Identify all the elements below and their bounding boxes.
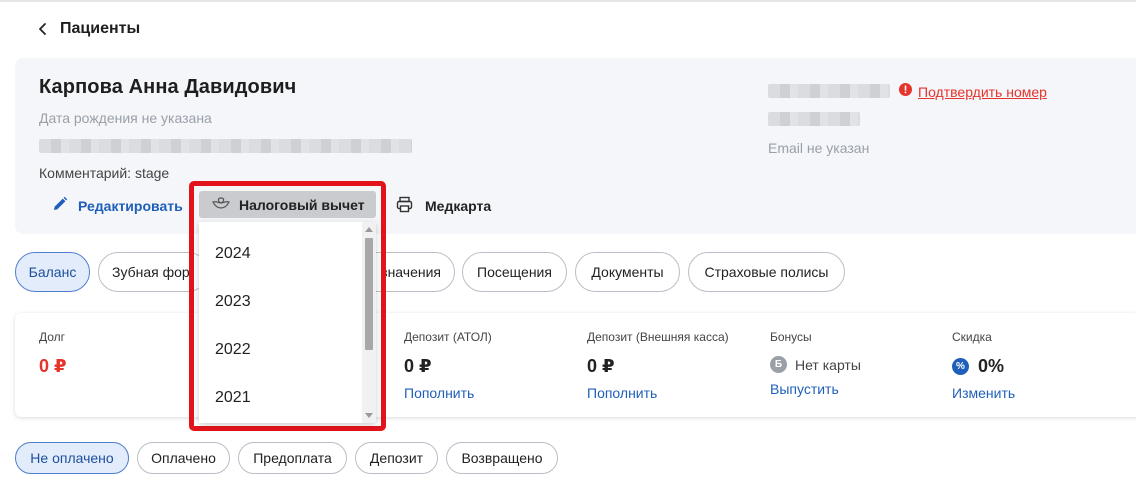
- filter-unpaid[interactable]: Не оплачено: [15, 442, 129, 474]
- deposit-external-value: 0 ₽: [587, 356, 615, 376]
- stat-discount: Скидка % 0% Изменить: [952, 330, 1016, 401]
- tab-insurance[interactable]: Страховые полисы: [688, 252, 845, 292]
- page-title: Пациенты: [60, 20, 141, 37]
- tax-year-option[interactable]: 2024: [199, 230, 361, 278]
- deposit-atol-value: 0 ₽: [404, 356, 432, 376]
- filter-returned[interactable]: Возвращено: [446, 442, 558, 474]
- change-discount-link[interactable]: Изменить: [952, 385, 1015, 401]
- stat-deposit-atol: Депозит (АТОЛ) 0 ₽ Пополнить: [404, 330, 492, 401]
- scroll-up-icon[interactable]: [365, 227, 373, 232]
- confirm-phone-link[interactable]: Подтвердить номер: [918, 84, 1047, 100]
- stat-deposit-external: Депозит (Внешняя касса) 0 ₽ Пополнить: [587, 330, 729, 401]
- filter-deposit[interactable]: Депозит: [355, 442, 438, 474]
- redacted-phone: [768, 84, 890, 98]
- tax-year-option[interactable]: 2021: [199, 374, 361, 422]
- tab-balance[interactable]: Баланс: [15, 252, 90, 292]
- stat-debt: Долг 0 ₽: [39, 330, 67, 376]
- patient-email: Email не указан: [768, 140, 870, 156]
- edit-button-label: Редактировать: [78, 197, 183, 214]
- tab-visits[interactable]: Посещения: [462, 252, 567, 292]
- redacted-phone-secondary: [768, 112, 860, 126]
- redacted-contact-info: [39, 139, 412, 153]
- patient-name: Карпова Анна Давидович: [39, 76, 297, 98]
- tax-deduction-label: Налоговый вычет: [239, 196, 365, 213]
- tax-year-scrollbar[interactable]: [362, 222, 376, 423]
- tax-year-list: 2024 2023 2022 2021: [199, 222, 376, 423]
- chevron-left-icon: [32, 18, 54, 40]
- deposit-atol-topup-link[interactable]: Пополнить: [404, 385, 492, 401]
- medcard-button[interactable]: Медкарта: [396, 196, 491, 216]
- filter-prepayment[interactable]: Предоплата: [238, 442, 347, 474]
- pencil-icon: [52, 196, 78, 215]
- medcard-button-label: Медкарта: [425, 198, 492, 214]
- scroll-thumb[interactable]: [365, 238, 373, 350]
- stat-bonuses: Бонусы Б Нет карты Выпустить: [770, 330, 861, 397]
- debt-value: 0 ₽: [39, 356, 67, 376]
- bonus-card-icon: Б: [770, 356, 787, 373]
- error-icon: [899, 83, 912, 101]
- discount-value: 0%: [978, 356, 1005, 376]
- edit-button[interactable]: Редактировать: [52, 196, 183, 215]
- filter-paid[interactable]: Оплачено: [137, 442, 230, 474]
- tax-year-option[interactable]: 2022: [199, 326, 361, 374]
- back-to-patients[interactable]: Пациенты: [32, 18, 140, 40]
- phone-confirm-group: Подтвердить номер: [899, 83, 1047, 101]
- tax-deduction-icon: [211, 196, 239, 213]
- patient-dob: Дата рождения не указана: [39, 110, 212, 126]
- printer-icon: [396, 196, 425, 216]
- top-divider: [0, 0, 1136, 2]
- issue-bonus-card-link[interactable]: Выпустить: [770, 381, 861, 397]
- deposit-external-topup-link[interactable]: Пополнить: [587, 385, 729, 401]
- tax-deduction-button[interactable]: Налоговый вычет: [199, 191, 376, 218]
- percent-icon: %: [952, 358, 969, 375]
- tab-documents[interactable]: Документы: [575, 252, 680, 292]
- bonuses-value: Нет карты: [795, 356, 861, 373]
- scroll-down-icon[interactable]: [365, 413, 373, 418]
- patient-comment: Комментарий: stage: [39, 165, 170, 181]
- tax-year-option[interactable]: 2023: [199, 278, 361, 326]
